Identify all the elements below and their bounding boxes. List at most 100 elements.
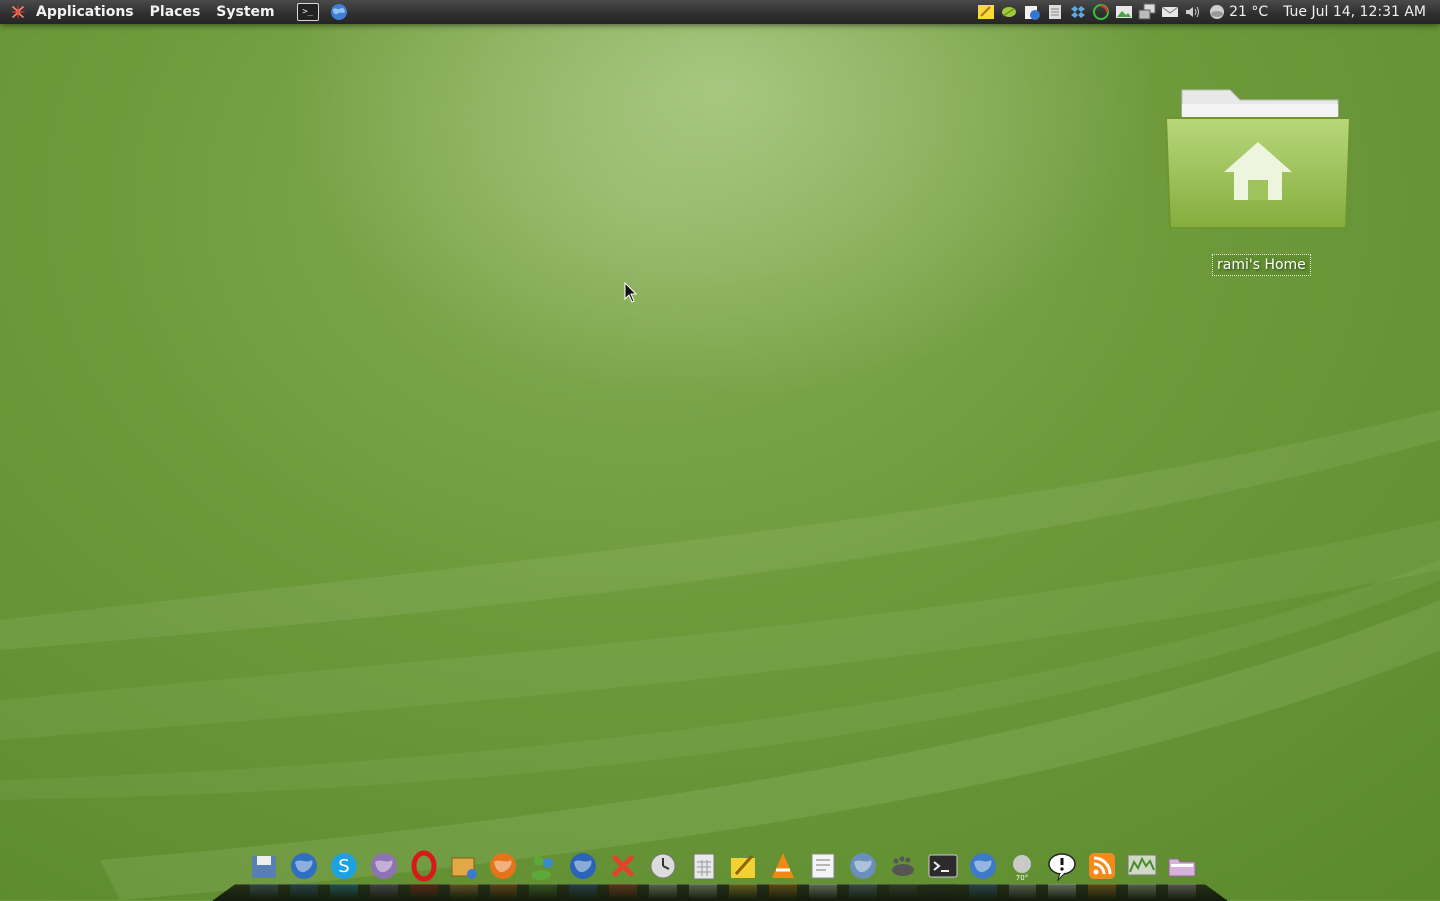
thunderbird-icon — [290, 853, 317, 879]
dock-item[interactable] — [883, 848, 923, 884]
dock-item[interactable] — [1122, 848, 1162, 884]
system-tray: 21 °C Tue Jul 14, 12:31 AM — [976, 0, 1440, 24]
skype-icon: S — [330, 853, 357, 879]
dock-reflection-item — [808, 884, 837, 900]
dock-reflection-item — [250, 884, 278, 900]
system-monitor-icon — [1127, 854, 1157, 876]
dock-item[interactable] — [723, 848, 763, 884]
mail-icon[interactable] — [1160, 2, 1180, 22]
file-manager-icon — [1168, 858, 1196, 877]
dock-item[interactable] — [763, 848, 803, 884]
dock-reflection-item — [768, 884, 797, 900]
dock-item[interactable] — [444, 848, 484, 884]
calculator-icon — [693, 853, 715, 880]
dock-reflection-item — [968, 884, 997, 900]
rss-icon — [1089, 853, 1116, 879]
weather-applet[interactable]: 21 °C — [1208, 3, 1268, 21]
gimp-icon — [849, 853, 876, 879]
dock-reflection-item — [689, 884, 718, 900]
dock-reflection-item — [609, 884, 638, 900]
dock-reflection-item — [1088, 884, 1117, 900]
dock-reflection-item — [888, 884, 917, 900]
dock-reflection-item — [729, 884, 757, 900]
dock-item[interactable] — [1082, 848, 1122, 884]
dock-item[interactable] — [284, 848, 324, 884]
clock-app-icon — [650, 853, 676, 879]
dock-item[interactable] — [1162, 848, 1202, 884]
globe-launcher-icon[interactable] — [329, 2, 349, 22]
terminal-icon — [928, 854, 958, 878]
dock-reflection-item — [848, 884, 877, 900]
dock-reflection-item — [1048, 884, 1077, 900]
dock-reflection-item — [369, 884, 398, 900]
dock-reflection-item — [289, 884, 318, 900]
weather-icon — [1210, 5, 1225, 19]
network-icon[interactable] — [1137, 2, 1157, 22]
dock-item[interactable] — [563, 848, 603, 884]
terminal-launcher-icon[interactable]: >_ — [296, 3, 319, 21]
home-folder-icon[interactable] — [1160, 82, 1356, 278]
opera-icon — [411, 850, 437, 882]
dock-reflection-item — [409, 884, 438, 900]
dock-reflection-item — [529, 884, 558, 900]
image-icon[interactable] — [1114, 2, 1134, 22]
dock-item[interactable] — [603, 848, 643, 884]
panel-menu-bar: Applications Places System — [28, 0, 283, 24]
volume-icon[interactable] — [1183, 2, 1203, 22]
mouse-pointer-icon — [624, 282, 638, 303]
dock-item[interactable] — [843, 848, 883, 884]
pidgin-icon — [370, 853, 397, 879]
google-earth-icon — [570, 853, 597, 879]
dock-item[interactable] — [643, 848, 683, 884]
close-x-icon — [612, 855, 634, 877]
dock-reflection-item — [649, 884, 678, 900]
text-editor-icon — [811, 853, 835, 879]
dock-item[interactable] — [803, 848, 843, 884]
dock-reflection — [244, 884, 1202, 900]
vlc-icon — [771, 853, 794, 878]
notes-icon[interactable] — [976, 2, 996, 22]
home-folder-label[interactable]: rami's Home — [1212, 254, 1311, 276]
dock-item[interactable] — [404, 848, 444, 884]
top-panel: Applications Places System >_ 21 °C Tue … — [0, 0, 1440, 24]
dropbox-icon[interactable] — [1068, 2, 1088, 22]
firefox-icon — [490, 853, 517, 879]
dock-item[interactable] — [683, 848, 723, 884]
dock-item[interactable] — [1042, 848, 1082, 884]
dock-item[interactable] — [923, 848, 963, 884]
clock[interactable]: Tue Jul 14, 12:31 AM — [1283, 4, 1426, 20]
browser-globe-icon — [969, 853, 996, 879]
menu-system[interactable]: System — [208, 0, 282, 24]
dock: S 70° — [244, 846, 1202, 884]
dock-reflection-item — [928, 884, 957, 900]
dock-item[interactable] — [244, 848, 284, 884]
svg-text:S: S — [338, 856, 349, 877]
dock-reflection-item — [569, 884, 598, 900]
update-icon[interactable] — [1022, 2, 1042, 22]
spiral-icon[interactable] — [1091, 2, 1111, 22]
dock-item[interactable] — [963, 848, 1003, 884]
dock-item[interactable] — [484, 848, 524, 884]
svg-text:70°: 70° — [1016, 874, 1028, 882]
dock-reflection-item — [449, 884, 478, 900]
menu-places[interactable]: Places — [142, 0, 209, 24]
panel-launchers: >_ — [296, 2, 349, 22]
package-manager-icon — [451, 857, 477, 879]
ubuntu-logo-icon[interactable] — [8, 2, 28, 22]
dock-reflection-item — [489, 884, 518, 900]
dock-reflection-item — [1008, 884, 1037, 900]
contacts-icon — [531, 856, 554, 880]
chat-bubble-icon — [1048, 853, 1077, 882]
printer-icon[interactable] — [1045, 2, 1065, 22]
dock-reflection-item — [329, 884, 358, 900]
dock-reflection-item — [1168, 884, 1197, 900]
dock-reflection-item — [1128, 884, 1157, 900]
menu-applications[interactable]: Applications — [28, 0, 142, 24]
weather-applet-icon: 70° — [1013, 855, 1032, 882]
leaf-icon[interactable] — [999, 2, 1019, 22]
dock-item[interactable] — [364, 848, 404, 884]
disk-utility-icon — [251, 856, 276, 878]
dock-item[interactable] — [523, 848, 563, 884]
dock-item[interactable]: S — [324, 848, 364, 884]
dock-item[interactable]: 70° — [1003, 848, 1043, 884]
